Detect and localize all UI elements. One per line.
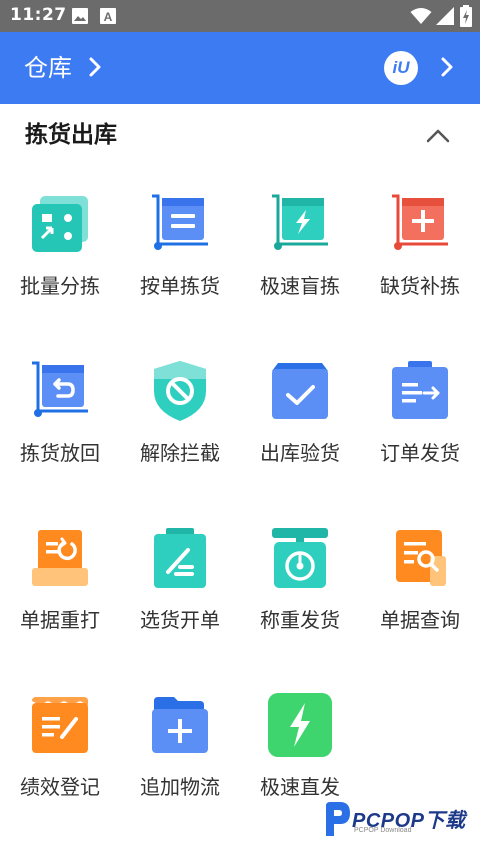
- section-header: 拣货出库: [0, 104, 480, 168]
- tile-reprint[interactable]: 单据重打: [0, 502, 120, 662]
- tile-label: 缺货补拣: [380, 274, 460, 298]
- tile-batch-sort[interactable]: 批量分拣: [0, 168, 120, 328]
- tile-order-pick[interactable]: 按单拣货: [120, 168, 240, 328]
- brand-logo[interactable]: iU: [384, 51, 418, 85]
- fast-blind-pick-icon: [272, 194, 328, 250]
- tile-weigh-ship[interactable]: 称重发货: [240, 502, 360, 662]
- chevron-up-icon[interactable]: [424, 122, 452, 150]
- tile-unblock[interactable]: 解除拦截: [120, 335, 240, 495]
- reprint-icon: [32, 530, 88, 586]
- watermark: PCPOP下载 PCPOP Download: [322, 800, 472, 840]
- tile-label: 出库验货: [260, 441, 340, 465]
- restock-pick-icon: [392, 194, 448, 250]
- image-icon: [72, 8, 88, 24]
- tile-order-ship[interactable]: 订单发货: [360, 335, 480, 495]
- status-time: 11:27: [10, 5, 67, 25]
- battery-charging-icon: [460, 5, 472, 27]
- add-logistics-icon: [152, 697, 208, 753]
- tile-label: 按单拣货: [140, 274, 220, 298]
- tile-pick-return[interactable]: 拣货放回: [0, 335, 120, 495]
- batch-sort-icon: [32, 196, 88, 252]
- tile-select-invoice[interactable]: 选货开单: [120, 502, 240, 662]
- tile-add-logistics[interactable]: 追加物流: [120, 669, 240, 829]
- tile-label: 称重发货: [260, 608, 340, 632]
- tile-label: 极速盲拣: [260, 274, 340, 298]
- chevron-right-icon[interactable]: [440, 56, 454, 78]
- tile-label: 单据查询: [380, 608, 460, 632]
- tile-label: 选货开单: [140, 608, 220, 632]
- section-title: 拣货出库: [25, 122, 117, 148]
- tile-outbound-check[interactable]: 出库验货: [240, 335, 360, 495]
- brand-logo-text: iU: [392, 58, 410, 77]
- tile-label: 订单发货: [380, 441, 460, 465]
- outbound-check-icon: [272, 363, 328, 419]
- tile-label: 绩效登记: [20, 775, 100, 799]
- performance-log-icon: [32, 697, 88, 753]
- tile-doc-search[interactable]: 单据查询: [360, 502, 480, 662]
- watermark-subtext: PCPOP Download: [354, 827, 412, 834]
- doc-search-icon: [396, 530, 446, 586]
- tile-label: 批量分拣: [20, 274, 100, 298]
- app-bar: 仓库 iU: [0, 32, 480, 104]
- tile-label: 解除拦截: [140, 441, 220, 465]
- pick-return-icon: [32, 361, 88, 417]
- keyboard-a-icon: A: [100, 8, 116, 24]
- status-bar: 11:27 A: [0, 0, 480, 32]
- tile-label: 极速直发: [260, 775, 340, 799]
- chevron-right-icon[interactable]: [88, 56, 102, 78]
- tile-performance-log[interactable]: 绩效登记: [0, 669, 120, 829]
- tile-label: 拣货放回: [20, 441, 100, 465]
- tile-label: 单据重打: [20, 608, 100, 632]
- order-pick-icon: [152, 194, 208, 250]
- tile-restock-pick[interactable]: 缺货补拣: [360, 168, 480, 328]
- keyboard-a-glyph: A: [104, 10, 113, 24]
- tile-label: 追加物流: [140, 775, 220, 799]
- order-ship-icon: [392, 361, 448, 419]
- watermark-logo-icon: [326, 802, 350, 836]
- fast-direct-ship-icon: [268, 693, 332, 757]
- signal-icon: [436, 7, 454, 25]
- wifi-icon: [410, 8, 432, 24]
- unblock-icon: [154, 361, 206, 421]
- select-invoice-icon: [154, 528, 206, 588]
- tile-fast-blind-pick[interactable]: 极速盲拣: [240, 168, 360, 328]
- warehouse-title[interactable]: 仓库: [24, 52, 72, 84]
- weigh-ship-icon: [272, 528, 328, 588]
